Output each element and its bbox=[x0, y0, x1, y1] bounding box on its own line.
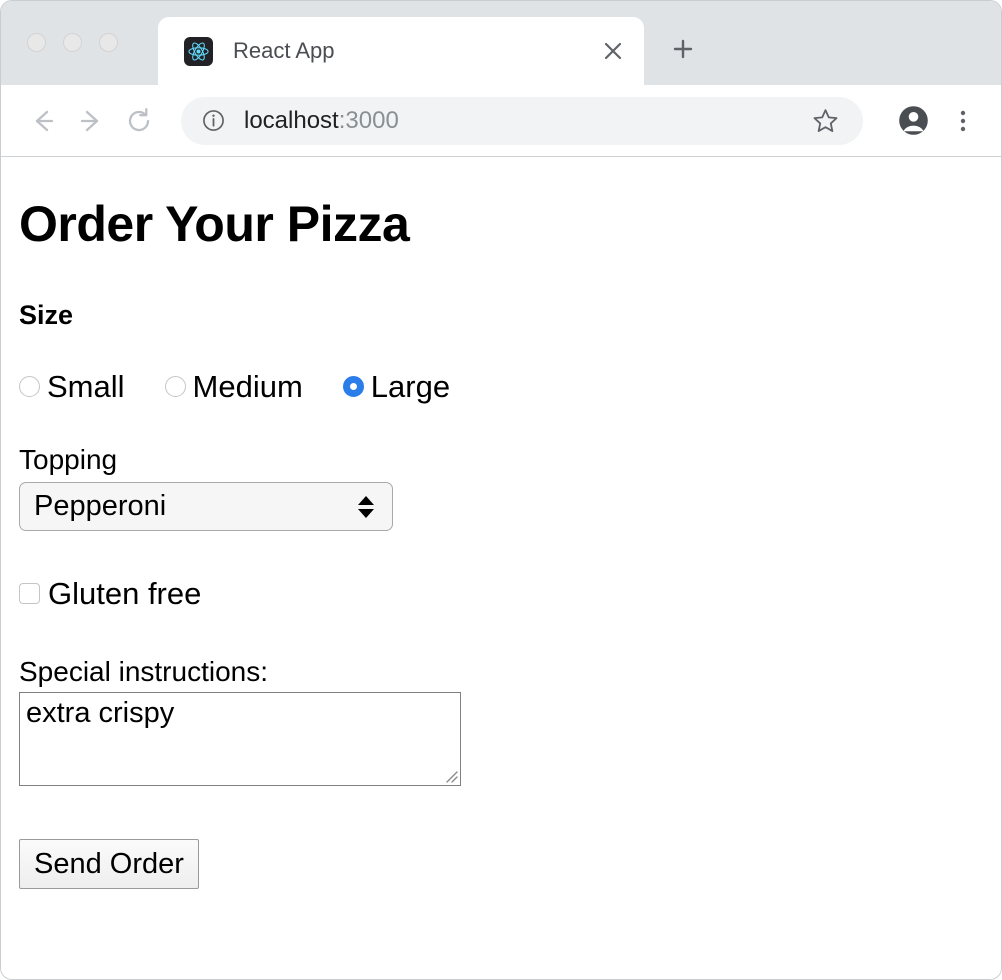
radio-input-medium[interactable] bbox=[164, 376, 186, 397]
window-traffic-lights bbox=[27, 33, 118, 52]
topping-label: Topping bbox=[19, 444, 118, 475]
radio-option-medium[interactable]: Medium bbox=[164, 369, 303, 404]
account-avatar-icon[interactable] bbox=[889, 97, 937, 145]
gluten-free-checkbox[interactable] bbox=[19, 583, 40, 604]
topping-selected-value: Pepperoni bbox=[34, 490, 167, 522]
gluten-free-label: Gluten free bbox=[48, 576, 202, 611]
back-arrow-icon[interactable] bbox=[19, 97, 67, 145]
tab-title: React App bbox=[233, 38, 335, 63]
send-order-button[interactable]: Send Order bbox=[19, 839, 199, 889]
address-bar[interactable]: localhost:3000 bbox=[181, 96, 863, 145]
page-title: Order Your Pizza bbox=[19, 196, 410, 252]
radio-label-large: Large bbox=[370, 369, 451, 404]
gluten-free-option[interactable]: Gluten free bbox=[19, 578, 983, 609]
window-minimize-button[interactable] bbox=[63, 33, 82, 52]
browser-window: React App localhost:3000 Order Your Pizz… bbox=[0, 0, 1002, 980]
radio-input-large[interactable] bbox=[342, 376, 364, 397]
url-display: localhost:3000 bbox=[244, 107, 803, 135]
url-host: localhost bbox=[244, 106, 339, 134]
chevron-updown-icon bbox=[358, 495, 374, 518]
info-circle-icon[interactable] bbox=[201, 108, 226, 133]
react-logo-icon bbox=[184, 36, 213, 66]
radio-input-small[interactable] bbox=[19, 376, 40, 397]
page-content: Order Your Pizza Size Small Medium Large… bbox=[1, 195, 1001, 979]
star-icon[interactable] bbox=[803, 99, 847, 143]
resize-grip-icon[interactable] bbox=[442, 767, 458, 783]
instructions-textarea[interactable]: extra crispy bbox=[19, 692, 461, 786]
instructions-value: extra crispy bbox=[26, 697, 175, 729]
browser-tab-react-app[interactable]: React App bbox=[158, 17, 644, 85]
new-tab-button[interactable] bbox=[661, 27, 705, 71]
radio-option-small[interactable]: Small bbox=[19, 371, 125, 402]
browser-toolbar: localhost:3000 bbox=[1, 85, 1001, 157]
radio-option-large[interactable]: Large bbox=[342, 369, 451, 404]
radio-label-small: Small bbox=[47, 369, 125, 404]
url-port: :3000 bbox=[338, 106, 399, 134]
radio-label-medium: Medium bbox=[192, 369, 303, 404]
instructions-label: Special instructions: bbox=[19, 656, 269, 687]
close-icon[interactable] bbox=[592, 30, 634, 72]
three-dot-menu-icon[interactable] bbox=[943, 97, 983, 145]
topping-select[interactable]: Pepperoni bbox=[19, 482, 393, 531]
size-group-legend: Size bbox=[19, 300, 74, 330]
window-zoom-button[interactable] bbox=[99, 33, 118, 52]
forward-arrow-icon[interactable] bbox=[67, 97, 115, 145]
size-radio-group: Small Medium Large bbox=[19, 371, 983, 402]
reload-icon[interactable] bbox=[115, 97, 163, 145]
tab-strip: React App bbox=[1, 1, 1001, 85]
window-close-button[interactable] bbox=[27, 33, 46, 52]
